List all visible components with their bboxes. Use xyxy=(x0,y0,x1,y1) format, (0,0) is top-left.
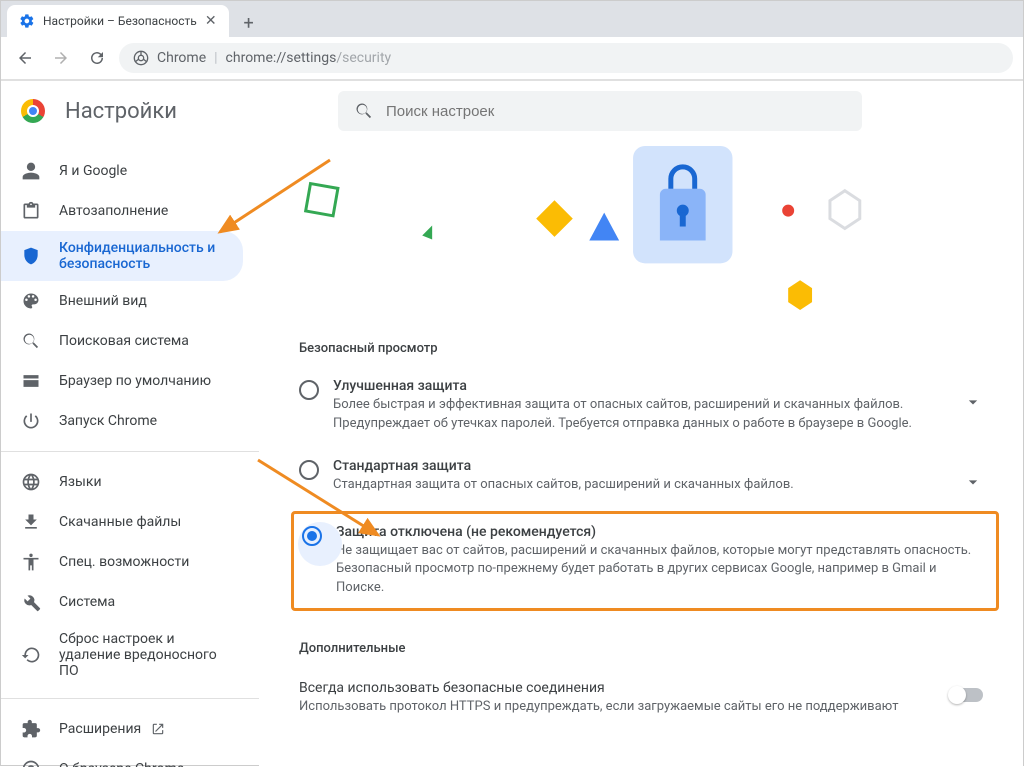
annotation-highlight: Защита отключена (не рекомендуется) Не з… xyxy=(291,511,999,612)
settings-search[interactable] xyxy=(338,91,862,131)
palette-icon xyxy=(21,291,41,311)
sidebar-item-label: Внешний вид xyxy=(59,293,147,309)
sidebar-item-label: Спец. возможности xyxy=(59,554,189,570)
chrome-logo-icon xyxy=(21,99,45,123)
tab-title: Настройки – Безопасность xyxy=(43,14,197,28)
arrow-left-icon xyxy=(16,49,34,67)
page-title: Настройки xyxy=(65,99,177,124)
sidebar-item-label: Конфиденциальность и безопасность xyxy=(59,240,223,272)
option-enhanced-protection[interactable]: Улучшенная защита Более быстрая и эффект… xyxy=(291,366,999,446)
reload-icon xyxy=(88,49,106,67)
radio-icon[interactable] xyxy=(302,526,322,546)
forward-button xyxy=(47,44,75,72)
row-https-only[interactable]: Всегда использовать безопасные соединени… xyxy=(291,666,999,729)
shield-icon xyxy=(21,246,41,266)
sidebar-item-label: Запуск Chrome xyxy=(59,413,157,429)
sidebar-item-extensions[interactable]: Расширения xyxy=(1,709,243,749)
wrench-icon xyxy=(21,592,41,612)
option-description: Стандартная защита от опасных сайтов, ра… xyxy=(333,476,949,495)
sidebar-item-reset[interactable]: Сброс настроек и удаление вредоносного П… xyxy=(1,622,243,688)
radio-icon[interactable] xyxy=(299,460,319,480)
sidebar-item-label: Расширения xyxy=(59,721,141,737)
power-icon xyxy=(21,411,41,431)
restore-icon xyxy=(21,645,41,665)
divider xyxy=(1,698,259,699)
toggle-switch[interactable] xyxy=(949,688,983,702)
sidebar-item-label: Я и Google xyxy=(59,163,127,179)
omnibox-label: Chrome xyxy=(157,50,206,66)
new-tab-button[interactable]: + xyxy=(235,9,263,37)
url-prefix: chrome://settings xyxy=(226,50,337,66)
address-bar[interactable]: Chrome | chrome://settings/security xyxy=(119,43,1013,73)
sidebar-item-label: Поисковая система xyxy=(59,333,189,349)
sidebar-item-languages[interactable]: Языки xyxy=(1,462,243,502)
sidebar-item-autofill[interactable]: Автозаполнение xyxy=(1,191,243,231)
option-title: Защита отключена (не рекомендуется) xyxy=(336,524,980,540)
option-standard-protection[interactable]: Стандартная защита Стандартная защита от… xyxy=(291,446,999,507)
sidebar-item-system[interactable]: Система xyxy=(1,582,243,622)
sidebar-item-downloads[interactable]: Скачанные файлы xyxy=(1,502,243,542)
sidebar-item-label: Сброс настроек и удаление вредоносного П… xyxy=(59,631,223,679)
sidebar-item-label: О браузере Chrome xyxy=(59,761,184,767)
option-title: Стандартная защита xyxy=(333,458,949,474)
search-icon xyxy=(21,331,41,351)
extension-icon xyxy=(21,719,41,739)
row-description: Использовать протокол HTTPS и предупрежд… xyxy=(299,698,935,717)
sidebar-item-search-engine[interactable]: Поисковая система xyxy=(1,321,243,361)
sidebar-item-appearance[interactable]: Внешний вид xyxy=(1,281,243,321)
radio-icon[interactable] xyxy=(299,380,319,400)
divider xyxy=(1,451,259,452)
close-icon[interactable]: ✕ xyxy=(205,13,217,29)
option-description: Более быстрая и эффективная защита от оп… xyxy=(333,396,949,434)
globe-icon xyxy=(21,472,41,492)
reload-button[interactable] xyxy=(83,44,111,72)
sidebar-item-label: Браузер по умолчанию xyxy=(59,373,211,389)
settings-main: Безопасный просмотр Улучшенная защита Бо… xyxy=(259,141,1023,767)
search-icon xyxy=(354,101,374,121)
clipboard-icon xyxy=(21,201,41,221)
hero-illustration xyxy=(259,141,1023,321)
url-suffix: /security xyxy=(336,50,391,66)
arrow-right-icon xyxy=(52,49,70,67)
sidebar-item-default-browser[interactable]: Браузер по умолчанию xyxy=(1,361,243,401)
chrome-outline-icon xyxy=(133,50,149,66)
row-title: Всегда использовать безопасные соединени… xyxy=(299,680,935,696)
sidebar-item-label: Автозаполнение xyxy=(59,203,168,219)
option-description: Не защищает вас от сайтов, расширений и … xyxy=(336,542,980,599)
sidebar-item-you-and-google[interactable]: Я и Google xyxy=(1,151,243,191)
tab-strip: Настройки – Безопасность ✕ + xyxy=(1,1,1023,37)
option-no-protection[interactable]: Защита отключена (не рекомендуется) Не з… xyxy=(302,524,980,599)
download-icon xyxy=(21,512,41,532)
sidebar-item-on-startup[interactable]: Запуск Chrome xyxy=(1,401,243,441)
chevron-down-icon[interactable] xyxy=(963,392,983,412)
browser-tab[interactable]: Настройки – Безопасность ✕ xyxy=(7,5,229,37)
window-icon xyxy=(21,371,41,391)
sidebar-item-accessibility[interactable]: Спец. возможности xyxy=(1,542,243,582)
sidebar-item-label: Скачанные файлы xyxy=(59,514,181,530)
back-button[interactable] xyxy=(11,44,39,72)
person-icon xyxy=(21,161,41,181)
sidebar-item-label: Языки xyxy=(59,474,102,490)
accessibility-icon xyxy=(21,552,41,572)
external-link-icon xyxy=(151,722,165,736)
section-heading-advanced: Дополнительные xyxy=(291,615,999,666)
gear-icon xyxy=(19,13,35,29)
sidebar-item-label: Система xyxy=(59,594,115,610)
search-input[interactable] xyxy=(386,103,846,120)
option-title: Улучшенная защита xyxy=(333,378,949,394)
chevron-down-icon[interactable] xyxy=(963,472,983,492)
settings-header: Настройки xyxy=(1,81,1023,141)
section-heading-safe-browsing: Безопасный просмотр xyxy=(291,321,999,366)
settings-sidebar: Я и Google Автозаполнение Конфиденциальн… xyxy=(1,141,259,767)
browser-toolbar: Chrome | chrome://settings/security xyxy=(1,37,1023,80)
sidebar-item-privacy-security[interactable]: Конфиденциальность и безопасность xyxy=(1,231,243,281)
sidebar-item-about[interactable]: О браузере Chrome xyxy=(1,749,243,767)
